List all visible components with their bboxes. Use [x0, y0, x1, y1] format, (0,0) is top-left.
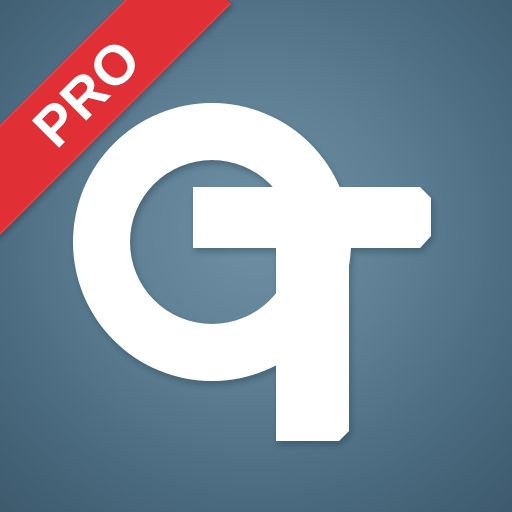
t-crossbar: [193, 187, 431, 248]
app-icon: PRO: [0, 0, 512, 512]
t-stem: [276, 248, 349, 441]
